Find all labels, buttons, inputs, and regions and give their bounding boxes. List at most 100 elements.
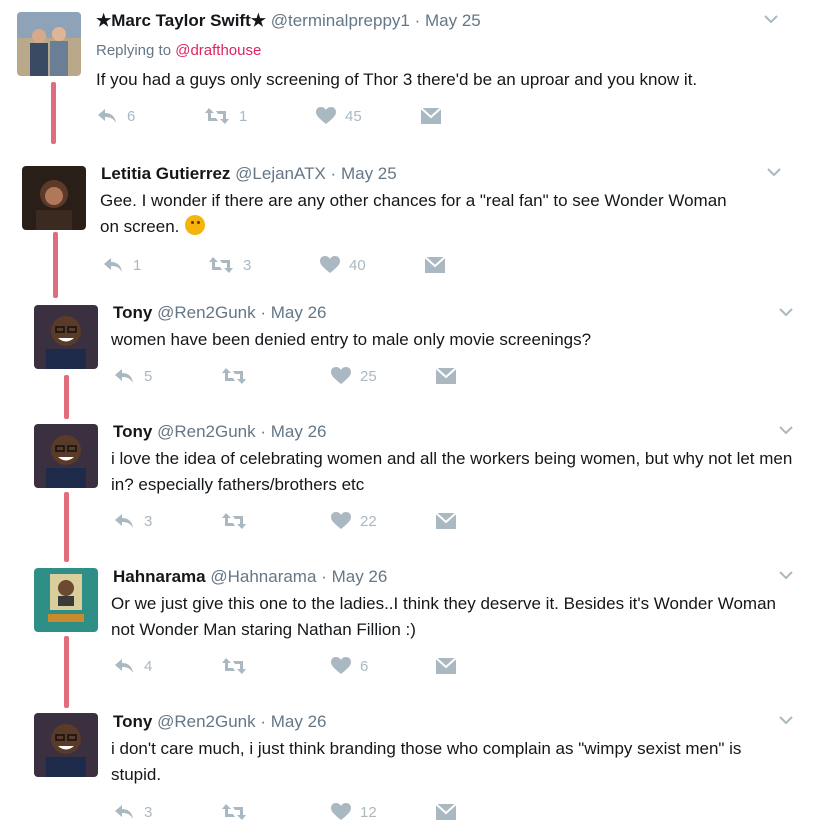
direct-message-button[interactable] (435, 803, 457, 821)
retweet-count: 3 (243, 256, 252, 274)
retweet-icon (209, 257, 233, 273)
direct-message-button[interactable] (435, 512, 457, 530)
separator-dot: · (330, 164, 337, 183)
user-handle[interactable]: @LejanATX (235, 164, 326, 183)
reply-icon (104, 258, 122, 272)
tweet[interactable]: Tony @Ren2Gunk · May 26 women have been … (0, 295, 825, 420)
display-name[interactable]: Letitia Gutierrez (101, 164, 230, 183)
direct-message-button[interactable] (424, 256, 446, 274)
like-button[interactable]: 40 (320, 256, 366, 274)
user-handle[interactable]: @Ren2Gunk (157, 303, 256, 322)
retweet-icon (222, 804, 246, 820)
replying-to-mention[interactable]: @drafthouse (175, 42, 261, 59)
tweet[interactable]: Letitia Gutierrez @LejanATX · May 25 Gee… (0, 150, 825, 295)
user-handle[interactable]: @terminalpreppy1 (271, 11, 410, 30)
tweet-date[interactable]: May 25 (425, 11, 481, 30)
reply-icon (115, 369, 133, 383)
display-name[interactable]: Hahnarama (113, 567, 206, 586)
avatar[interactable] (17, 12, 81, 76)
reply-icon (115, 514, 133, 528)
tweet[interactable]: Tony @Ren2Gunk · May 26 i love the idea … (0, 420, 825, 560)
message-icon (435, 512, 457, 529)
chevron-down-icon[interactable] (763, 14, 779, 24)
tweet-date[interactable]: May 25 (341, 164, 397, 183)
separator-dot: · (321, 567, 327, 586)
avatar[interactable] (22, 166, 86, 230)
tweet[interactable]: Tony @Ren2Gunk · May 26 i don't care muc… (0, 705, 825, 833)
direct-message-button[interactable] (435, 657, 457, 675)
retweet-button[interactable]: 3 (208, 256, 251, 274)
reply-count: 3 (144, 512, 153, 530)
reply-button[interactable]: 5 (113, 367, 152, 385)
tweet-text: i love the idea of celebrating women and… (111, 449, 793, 494)
message-icon (435, 803, 457, 820)
tweet-date[interactable]: May 26 (271, 712, 327, 731)
retweet-icon (222, 513, 246, 529)
like-button[interactable]: 22 (331, 512, 377, 530)
separator-dot: · (414, 11, 421, 30)
like-button[interactable]: 12 (331, 803, 377, 821)
tweet-text: i don't care much, i just think branding… (111, 739, 742, 784)
retweet-button[interactable] (221, 657, 256, 675)
tweet[interactable]: ★Marc Taylor Swift★ @terminalpreppy1 · M… (0, 0, 825, 150)
tweet-date[interactable]: May 26 (271, 303, 327, 322)
avatar[interactable] (34, 424, 98, 488)
display-name[interactable]: Tony (113, 303, 152, 322)
tweet-date[interactable]: May 26 (271, 422, 327, 441)
direct-message-button[interactable] (420, 107, 442, 125)
user-handle[interactable]: @Hahnarama (210, 567, 316, 586)
tweet[interactable]: Hahnarama @Hahnarama · May 26 Or we just… (0, 560, 825, 705)
message-icon (435, 657, 457, 674)
tweet-text: Or we just give this one to the ladies..… (111, 594, 776, 639)
display-name[interactable]: Tony (113, 422, 152, 441)
reply-button[interactable]: 6 (96, 107, 135, 125)
message-icon (424, 256, 446, 273)
reply-count: 4 (144, 657, 153, 675)
retweet-button[interactable] (221, 512, 256, 530)
user-handle[interactable]: @Ren2Gunk (157, 712, 256, 731)
heart-icon (331, 367, 351, 384)
heart-icon (331, 657, 351, 674)
heart-icon (331, 512, 351, 529)
reply-count: 3 (144, 803, 153, 821)
heart-icon (316, 107, 336, 124)
retweet-button[interactable]: 1 (204, 107, 247, 125)
display-name[interactable]: ★Marc Taylor Swift★ (96, 11, 266, 30)
like-count: 12 (360, 803, 377, 821)
separator-dot: · (260, 303, 267, 322)
retweet-icon (222, 658, 246, 674)
reply-button[interactable]: 4 (113, 657, 152, 675)
user-handle[interactable]: @Ren2Gunk (157, 422, 256, 441)
chevron-down-icon[interactable] (778, 715, 794, 725)
direct-message-button[interactable] (435, 367, 457, 385)
retweet-icon (222, 368, 246, 384)
message-icon (420, 107, 442, 124)
chevron-down-icon[interactable] (766, 167, 782, 177)
like-button[interactable]: 25 (331, 367, 377, 385)
reply-button[interactable]: 3 (113, 803, 152, 821)
separator-dot: · (260, 422, 267, 441)
avatar[interactable] (34, 305, 98, 369)
avatar[interactable] (34, 568, 98, 632)
chevron-down-icon[interactable] (778, 307, 794, 317)
separator-dot: · (260, 712, 267, 731)
reply-button[interactable]: 3 (113, 512, 152, 530)
like-count: 25 (360, 367, 377, 385)
display-name[interactable]: Tony (113, 712, 152, 731)
like-button[interactable]: 6 (331, 657, 368, 675)
heart-icon (331, 803, 351, 820)
avatar[interactable] (34, 713, 98, 777)
chevron-down-icon[interactable] (778, 425, 794, 435)
tweet-date[interactable]: May 26 (332, 567, 388, 586)
reply-button[interactable]: 1 (102, 256, 141, 274)
tweet-text: If you had a guys only screening of Thor… (96, 70, 698, 89)
heart-icon (320, 256, 340, 273)
like-count: 6 (360, 657, 369, 675)
replying-label: Replying to (96, 42, 172, 59)
like-button[interactable]: 45 (316, 107, 362, 125)
tweet-text: women have been denied entry to male onl… (111, 330, 592, 349)
retweet-button[interactable] (221, 367, 256, 385)
retweet-button[interactable] (221, 803, 256, 821)
reply-icon (115, 659, 133, 673)
chevron-down-icon[interactable] (778, 570, 794, 580)
